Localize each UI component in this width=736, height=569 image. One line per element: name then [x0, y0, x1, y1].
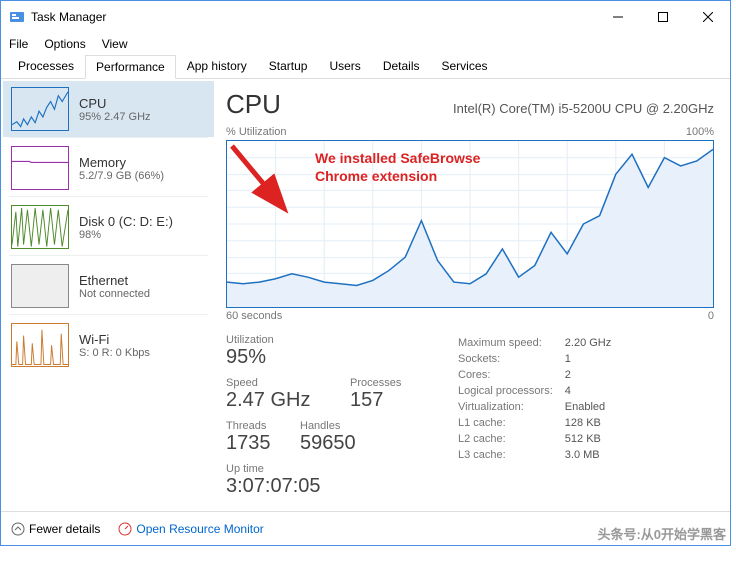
chevron-up-circle-icon: [11, 522, 25, 536]
handles-label: Handles: [300, 420, 360, 432]
util-value: 95%: [226, 346, 306, 369]
threads-value: 1735: [226, 432, 286, 455]
tab-performance[interactable]: Performance: [85, 55, 176, 79]
window-controls: [595, 1, 730, 33]
menu-file[interactable]: File: [9, 37, 28, 51]
sidebar-item-disk[interactable]: Disk 0 (C: D: E:) 98%: [3, 199, 214, 255]
disk-thumb-icon: [11, 205, 69, 249]
main-panel: CPU Intel(R) Core(TM) i5-5200U CPU @ 2.2…: [216, 79, 730, 511]
sidebar-eth-title: Ethernet: [79, 273, 150, 288]
cpu-thumb-icon: [11, 87, 69, 131]
sidebar-item-memory[interactable]: Memory 5.2/7.9 GB (66%): [3, 140, 214, 196]
cpu-model: Intel(R) Core(TM) i5-5200U CPU @ 2.20GHz: [453, 101, 714, 116]
tab-details[interactable]: Details: [372, 54, 431, 78]
sidebar-disk-title: Disk 0 (C: D: E:): [79, 214, 173, 229]
sidebar-wifi-sub: S: 0 R: 0 Kbps: [79, 347, 150, 359]
sidebar-item-ethernet[interactable]: Ethernet Not connected: [3, 258, 214, 314]
util-label: Utilization: [226, 334, 306, 346]
content-area: CPU 95% 2.47 GHz Memory 5.2/7.9 GB (66%): [1, 79, 730, 511]
wifi-thumb-icon: [11, 323, 69, 367]
chart-top-left-label: % Utilization: [226, 126, 287, 138]
open-resource-monitor-link[interactable]: Open Resource Monitor: [118, 522, 263, 536]
sidebar-cpu-sub: 95% 2.47 GHz: [79, 111, 151, 123]
tab-processes[interactable]: Processes: [7, 54, 85, 78]
uptime-label: Up time: [226, 463, 422, 475]
sidebar: CPU 95% 2.47 GHz Memory 5.2/7.9 GB (66%): [1, 79, 216, 511]
task-manager-window: Task Manager File Options View Processes…: [0, 0, 731, 546]
menu-view[interactable]: View: [102, 37, 128, 51]
resource-monitor-icon: [118, 522, 132, 536]
maximize-button[interactable]: [640, 1, 685, 33]
footer: Fewer details Open Resource Monitor: [1, 511, 730, 545]
threads-label: Threads: [226, 420, 286, 432]
titlebar[interactable]: Task Manager: [1, 1, 730, 33]
memory-thumb-icon: [11, 146, 69, 190]
chart-top-right-label: 100%: [686, 126, 714, 138]
ethernet-thumb-icon: [11, 264, 69, 308]
uptime-value: 3:07:07:05: [226, 475, 422, 498]
minimize-button[interactable]: [595, 1, 640, 33]
speed-label: Speed: [226, 377, 336, 389]
menu-options[interactable]: Options: [44, 37, 85, 51]
tab-startup[interactable]: Startup: [258, 54, 319, 78]
window-title: Task Manager: [31, 10, 595, 24]
menu-bar: File Options View: [1, 33, 730, 55]
close-button[interactable]: [685, 1, 730, 33]
app-icon: [9, 9, 25, 25]
sidebar-memory-title: Memory: [79, 155, 164, 170]
chart-bottom-right-label: 0: [708, 310, 714, 322]
speed-value: 2.47 GHz: [226, 389, 336, 412]
sidebar-eth-sub: Not connected: [79, 288, 150, 300]
chart-bottom-left-label: 60 seconds: [226, 310, 282, 322]
page-title: CPU: [226, 89, 281, 120]
tab-app-history[interactable]: App history: [176, 54, 258, 78]
annotation-arrow-icon: [227, 141, 713, 307]
sidebar-cpu-title: CPU: [79, 96, 151, 111]
sidebar-memory-sub: 5.2/7.9 GB (66%): [79, 170, 164, 182]
sidebar-wifi-title: Wi-Fi: [79, 332, 150, 347]
tab-users[interactable]: Users: [318, 54, 371, 78]
cpu-utilization-chart[interactable]: We installed SafeBrowse Chrome extension: [226, 140, 714, 308]
tab-bar: Processes Performance App history Startu…: [1, 55, 730, 79]
sidebar-item-cpu[interactable]: CPU 95% 2.47 GHz: [3, 81, 214, 137]
sidebar-item-wifi[interactable]: Wi-Fi S: 0 R: 0 Kbps: [3, 317, 214, 373]
stats-area: Utilization 95% Speed 2.47 GHz Processes…: [226, 334, 714, 506]
proc-label: Processes: [350, 377, 410, 389]
fewer-details-button[interactable]: Fewer details: [11, 522, 100, 536]
tab-services[interactable]: Services: [431, 54, 499, 78]
sidebar-disk-sub: 98%: [79, 229, 173, 241]
cpu-details-table: Maximum speed:2.20 GHz Sockets:1 Cores:2…: [456, 334, 623, 506]
proc-value: 157: [350, 389, 410, 412]
handles-value: 59650: [300, 432, 360, 455]
